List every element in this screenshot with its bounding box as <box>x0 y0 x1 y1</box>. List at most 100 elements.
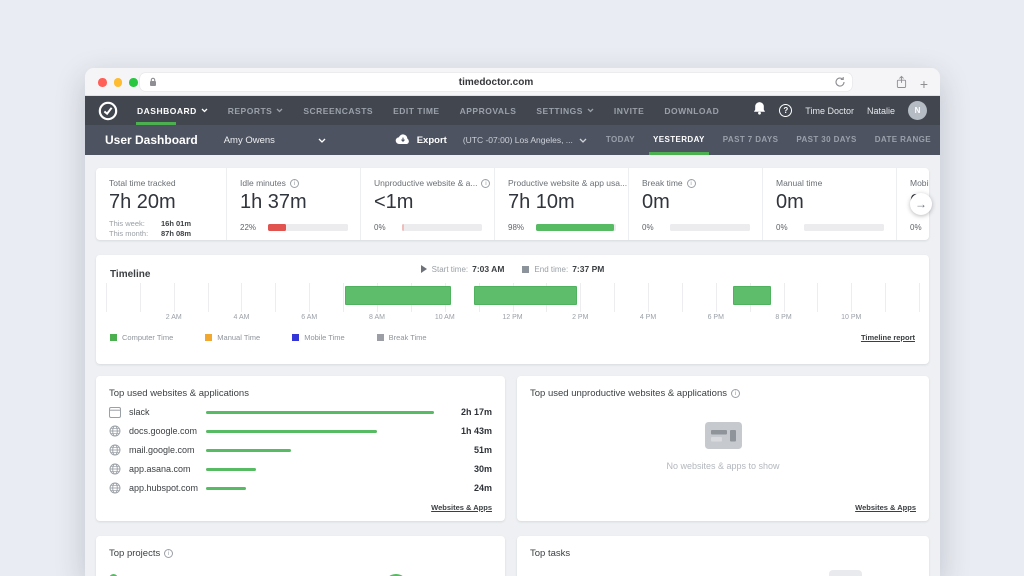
website-icon-wrap <box>109 463 122 475</box>
tasks-empty-icon <box>829 570 862 576</box>
legend-color-swatch <box>205 334 212 341</box>
share-icon[interactable] <box>896 75 907 94</box>
website-icon-wrap <box>109 482 122 494</box>
progress-track <box>804 224 884 231</box>
app-navbar: DASHBOARDREPORTSSCREENCASTSEDIT TIMEAPPR… <box>85 96 940 125</box>
maximize-window-button[interactable] <box>129 78 138 87</box>
websites-apps-link[interactable]: Websites & Apps <box>431 503 492 512</box>
website-row-docs-google-com: docs.google.com1h 43m <box>109 425 492 437</box>
reload-icon[interactable] <box>834 76 846 91</box>
hour-gridline <box>851 283 852 312</box>
hour-gridline <box>140 283 141 312</box>
progress-track <box>670 224 750 231</box>
start-time-value: 7:03 AM <box>472 264 504 274</box>
websites-apps-link[interactable]: Websites & Apps <box>855 503 916 512</box>
workspace-name[interactable]: Time Doctor <box>805 106 854 116</box>
website-bar-zone <box>206 468 440 471</box>
date-range-tabs: TODAYYESTERDAYPAST 7 DAYSPAST 30 DAYSDAT… <box>597 125 940 155</box>
hour-gridline <box>784 283 785 312</box>
legend-label: Computer Time <box>122 333 173 342</box>
stat-card-idle-minutes: Idle minutes1h 37m22% <box>227 168 361 240</box>
stat-label-text: Idle minutes <box>240 178 286 188</box>
nav-item-settings[interactable]: SETTINGS <box>526 96 604 125</box>
nav-item-screencasts[interactable]: SCREENCASTS <box>293 96 383 125</box>
stat-card-productive-website-app-usa-: Productive website & app usa...7h 10m98% <box>495 168 629 240</box>
axis-tick-label: 6 PM <box>708 314 724 321</box>
hour-gridline <box>106 283 107 312</box>
hour-gridline <box>208 283 209 312</box>
empty-state-text: No websites & apps to show <box>517 461 929 471</box>
hour-gridline <box>919 283 920 312</box>
tab-today[interactable]: TODAY <box>597 125 644 155</box>
timezone-dropdown[interactable]: (UTC -07:00) Los Angeles, ... <box>463 135 587 145</box>
week-label: This week: <box>109 219 161 229</box>
timedoctor-logo-icon[interactable] <box>98 101 118 121</box>
stat-card-label: Break time <box>642 178 762 188</box>
browser-window: timedoctor.com + DASHBOARDREPORTSSCREENC… <box>85 68 940 576</box>
hour-gridline <box>885 283 886 312</box>
tab-yesterday[interactable]: YESTERDAY <box>644 125 714 155</box>
website-usage-bar <box>206 411 434 414</box>
nav-item-dashboard[interactable]: DASHBOARD <box>127 96 218 125</box>
start-time-icon <box>421 265 427 273</box>
info-icon[interactable] <box>481 179 490 188</box>
nav-item-download[interactable]: DOWNLOAD <box>654 96 729 125</box>
help-icon[interactable]: ? <box>779 104 792 117</box>
info-icon[interactable] <box>290 179 299 188</box>
axis-tick-label: 8 AM <box>369 314 385 321</box>
chevron-down-icon <box>587 108 594 113</box>
address-bar[interactable]: timedoctor.com <box>140 73 852 91</box>
timezone-label: (UTC -07:00) Los Angeles, ... <box>463 135 573 145</box>
website-row-mail-google-com: mail.google.com51m <box>109 444 492 456</box>
cloud-download-icon <box>394 134 411 146</box>
nav-item-approvals[interactable]: APPROVALS <box>450 96 527 125</box>
top-websites-card: Top used websites & applications slack2h… <box>96 376 505 521</box>
user-name[interactable]: Natalie <box>867 106 895 116</box>
avatar[interactable]: N <box>908 101 927 120</box>
stat-card-label: Productive website & app usa... <box>508 178 628 188</box>
stat-card-value: 0m <box>776 191 896 214</box>
nav-item-reports[interactable]: REPORTS <box>218 96 294 125</box>
progress-fill <box>536 224 614 231</box>
month-label: This month: <box>109 229 161 239</box>
stat-label-text: Break time <box>642 178 683 188</box>
page-title: User Dashboard <box>105 133 198 147</box>
tab-date-range[interactable]: DATE RANGE <box>866 125 940 155</box>
end-time-icon <box>522 266 529 273</box>
legend-label: Break Time <box>389 333 427 342</box>
nav-item-invite[interactable]: INVITE <box>604 96 654 125</box>
stat-card-percent-row: 0% <box>776 223 896 232</box>
tab-past-7-days[interactable]: PAST 7 DAYS <box>714 125 788 155</box>
minimize-window-button[interactable] <box>114 78 123 87</box>
stat-card-manual-time: Manual time 0m 0% <box>763 168 897 240</box>
top-tasks-title: Top tasks <box>530 548 570 559</box>
info-icon[interactable] <box>731 389 740 398</box>
stat-label-text: Manual time <box>776 178 822 188</box>
close-window-button[interactable] <box>98 78 107 87</box>
info-icon[interactable] <box>687 179 696 188</box>
new-tab-icon[interactable]: + <box>920 78 928 91</box>
nav-item-edit-time[interactable]: EDIT TIME <box>383 96 450 125</box>
website-time: 24m <box>440 483 492 493</box>
stat-card-percent-row: 0% <box>910 223 929 232</box>
axis-tick-label: 2 AM <box>166 314 182 321</box>
notifications-bell-icon[interactable] <box>753 101 766 120</box>
progress-track <box>402 224 482 231</box>
legend-item-mobile-time: Mobile Time <box>292 333 344 342</box>
website-row-app-asana-com: app.asana.com30m <box>109 463 492 475</box>
axis-tick-label: 12 PM <box>502 314 522 321</box>
tab-past-30-days[interactable]: PAST 30 DAYS <box>787 125 865 155</box>
website-name: docs.google.com <box>122 426 206 436</box>
week-row: This week:16h 01m <box>109 219 226 229</box>
info-icon[interactable] <box>164 549 173 558</box>
chevron-down-icon <box>276 108 283 113</box>
timeline-report-link[interactable]: Timeline report <box>861 333 915 342</box>
website-usage-bar <box>206 487 246 490</box>
stat-card-value: 0m <box>642 191 762 214</box>
user-select-dropdown[interactable]: Amy Owens <box>224 135 326 146</box>
export-button[interactable]: Export <box>394 134 447 146</box>
timeline-card: Timeline Start time: 7:03 AM End time: 7… <box>96 255 929 364</box>
app-window-icon <box>109 407 121 418</box>
hour-gridline <box>614 283 615 312</box>
stats-next-button[interactable]: → <box>910 193 932 215</box>
